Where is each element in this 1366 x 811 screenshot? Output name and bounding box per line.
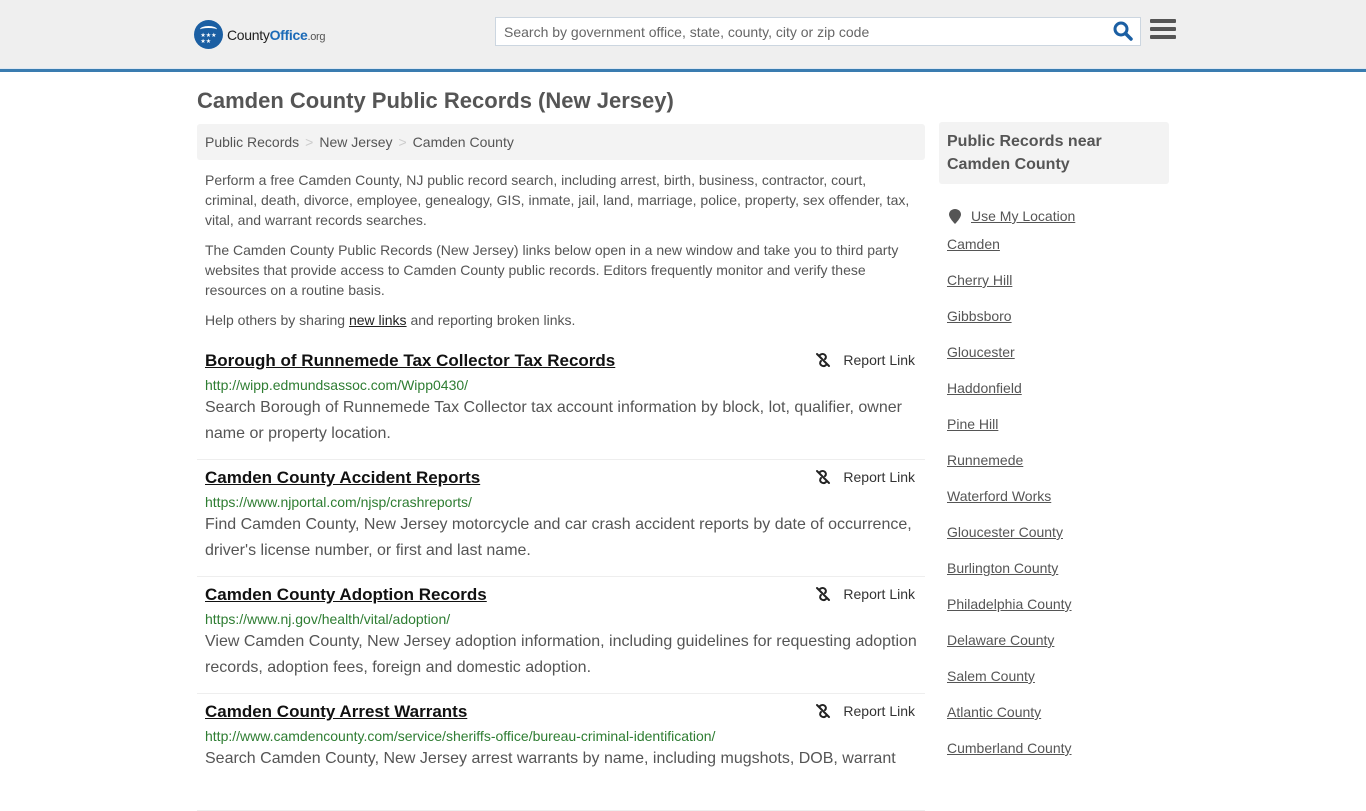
logo-text: CountyOffice.org	[227, 26, 326, 43]
use-my-location-item: Use My Location	[939, 198, 1169, 234]
sidebar-title: Public Records near Camden County	[939, 122, 1169, 184]
result-title-link[interactable]: Camden County Arrest Warrants	[205, 702, 467, 722]
sidebar-item: Burlington County	[939, 558, 1169, 594]
sidebar-item: Pine Hill	[939, 414, 1169, 450]
sidebar-link-gibbsboro[interactable]: Gibbsboro	[947, 308, 1012, 324]
sidebar-item: Cumberland County	[939, 738, 1169, 774]
sidebar-item: Gloucester	[939, 342, 1169, 378]
site-logo[interactable]: ★★★ ★★ CountyOffice.org	[194, 20, 326, 49]
sidebar-link-runnemede[interactable]: Runnemede	[947, 452, 1023, 468]
result-title-link[interactable]: Camden County Accident Reports	[205, 468, 480, 488]
result-item: Borough of Runnemede Tax Collector Tax R…	[197, 343, 925, 460]
result-item: Camden County Accident Reports Report Li…	[197, 460, 925, 577]
menu-bar-icon	[1150, 19, 1176, 23]
result-description: Search Borough of Runnemede Tax Collecto…	[205, 399, 902, 442]
nearby-sidebar: Public Records near Camden County Use My…	[939, 122, 1169, 774]
help-paragraph: Help others by sharing new links and rep…	[205, 312, 576, 328]
sidebar-link-burlington-county[interactable]: Burlington County	[947, 560, 1058, 576]
sidebar-link-gloucester-county[interactable]: Gloucester County	[947, 524, 1063, 540]
sidebar-link-delaware-county[interactable]: Delaware County	[947, 632, 1054, 648]
intro-paragraph: The Camden County Public Records (New Je…	[205, 242, 899, 298]
sidebar-link-haddonfield[interactable]: Haddonfield	[947, 380, 1022, 396]
sidebar-item: Camden	[939, 234, 1169, 270]
sidebar-item: Gloucester County	[939, 522, 1169, 558]
sidebar-item: Haddonfield	[939, 378, 1169, 414]
nearby-list: Use My Location Camden Cherry Hill Gibbs…	[939, 184, 1169, 774]
result-description: Find Camden County, New Jersey motorcycl…	[205, 516, 912, 559]
map-pin-icon	[949, 208, 961, 224]
breadcrumb-separator: >	[305, 134, 314, 150]
result-description: View Camden County, New Jersey adoption …	[205, 633, 917, 676]
report-link-button[interactable]: Report Link	[815, 703, 915, 719]
result-item: Camden County Arrest Warrants Report Lin…	[197, 694, 925, 811]
result-url: http://wipp.edmundsassoc.com/Wipp0430/	[205, 377, 469, 393]
menu-bar-icon	[1150, 27, 1176, 31]
sidebar-item: Waterford Works	[939, 486, 1169, 522]
sidebar-item: Cherry Hill	[939, 270, 1169, 306]
result-title-link[interactable]: Borough of Runnemede Tax Collector Tax R…	[205, 351, 615, 371]
result-url: https://www.nj.gov/health/vital/adoption…	[205, 611, 451, 627]
page-title: Camden County Public Records (New Jersey…	[197, 88, 674, 113]
broken-link-icon	[816, 586, 831, 602]
sidebar-link-cherry-hill[interactable]: Cherry Hill	[947, 272, 1012, 288]
broken-link-icon	[816, 703, 831, 719]
sidebar-link-cumberland-county[interactable]: Cumberland County	[947, 740, 1072, 756]
breadcrumb-camden-county[interactable]: Camden County	[413, 134, 514, 150]
eagle-logo-icon: ★★★ ★★	[194, 20, 223, 49]
sidebar-link-gloucester[interactable]: Gloucester	[947, 344, 1015, 360]
report-link-button[interactable]: Report Link	[815, 469, 915, 485]
hamburger-menu-button[interactable]	[1150, 19, 1176, 43]
breadcrumb-separator: >	[398, 134, 407, 150]
sidebar-item: Atlantic County	[939, 702, 1169, 738]
sidebar-link-waterford-works[interactable]: Waterford Works	[947, 488, 1051, 504]
result-url: http://www.camdencounty.com/service/sher…	[205, 728, 716, 744]
search-icon	[1113, 21, 1133, 41]
result-item: Camden County Adoption Records Report Li…	[197, 577, 925, 694]
report-link-button[interactable]: Report Link	[815, 352, 915, 368]
broken-link-icon	[816, 469, 831, 485]
menu-bar-icon	[1150, 35, 1176, 39]
sidebar-item: Gibbsboro	[939, 306, 1169, 342]
search-bar	[495, 17, 1141, 46]
intro-text: Perform a free Camden County, NJ public …	[205, 170, 917, 340]
sidebar-item: Philadelphia County	[939, 594, 1169, 630]
sidebar-link-salem-county[interactable]: Salem County	[947, 668, 1035, 684]
results-list: Borough of Runnemede Tax Collector Tax R…	[197, 343, 925, 811]
sidebar-item: Runnemede	[939, 450, 1169, 486]
sidebar-link-pine-hill[interactable]: Pine Hill	[947, 416, 998, 432]
search-button[interactable]	[1110, 20, 1136, 44]
report-link-button[interactable]: Report Link	[815, 586, 915, 602]
new-links-link[interactable]: new links	[349, 312, 407, 328]
site-header: ★★★ ★★ CountyOffice.org	[0, 0, 1366, 72]
result-description: Search Camden County, New Jersey arrest …	[205, 750, 896, 767]
breadcrumb-new-jersey[interactable]: New Jersey	[319, 134, 392, 150]
breadcrumb-public-records[interactable]: Public Records	[205, 134, 299, 150]
sidebar-link-camden[interactable]: Camden	[947, 236, 1000, 252]
sidebar-link-philadelphia-county[interactable]: Philadelphia County	[947, 596, 1072, 612]
result-url: https://www.njportal.com/njsp/crashrepor…	[205, 494, 472, 510]
broken-link-icon	[816, 352, 831, 368]
use-my-location-link[interactable]: Use My Location	[971, 206, 1075, 226]
sidebar-item: Salem County	[939, 666, 1169, 702]
intro-paragraph: Perform a free Camden County, NJ public …	[205, 172, 910, 228]
search-input[interactable]	[496, 18, 1106, 45]
breadcrumb: Public Records > New Jersey > Camden County	[197, 124, 925, 160]
sidebar-item: Delaware County	[939, 630, 1169, 666]
sidebar-link-atlantic-county[interactable]: Atlantic County	[947, 704, 1041, 720]
result-title-link[interactable]: Camden County Adoption Records	[205, 585, 487, 605]
